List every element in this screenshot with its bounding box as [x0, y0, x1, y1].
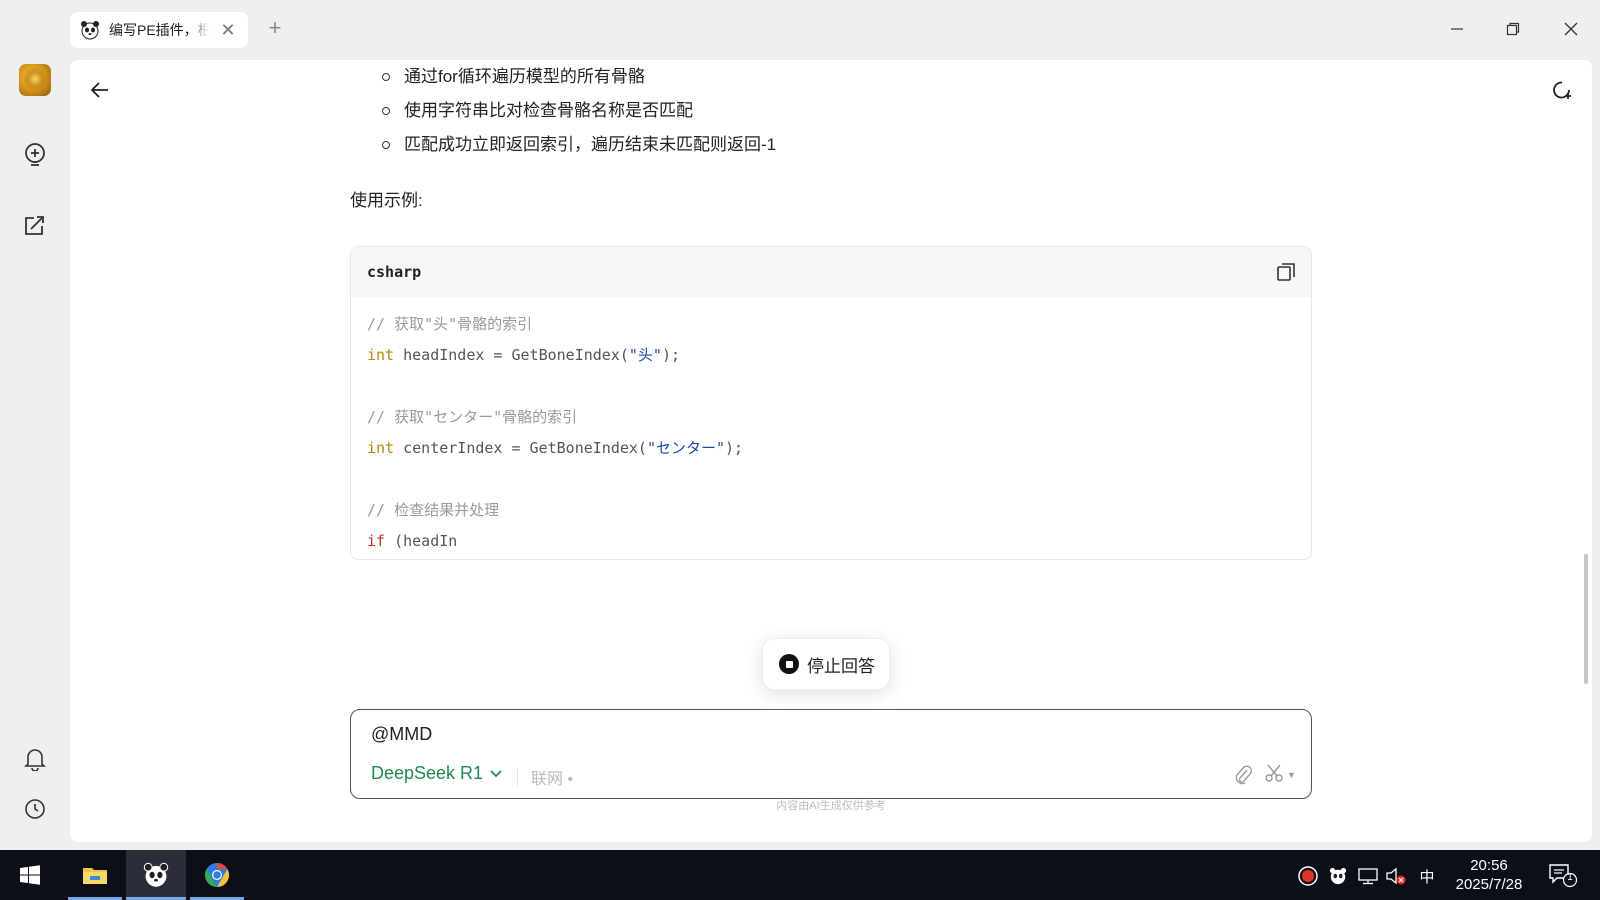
code-language: csharp — [367, 263, 422, 281]
network-icon[interactable] — [1357, 865, 1379, 887]
dot-icon: • — [567, 771, 574, 788]
code-line: // 检查结果并处理 — [367, 501, 500, 519]
clock[interactable]: 20:56 2025/7/28 — [1444, 856, 1534, 894]
code-header: csharp — [351, 247, 1311, 297]
list-item: 匹配成功立即返回索引，遍历结束未匹配则返回-1 — [374, 128, 776, 162]
lightbulb-icon[interactable] — [20, 140, 50, 170]
paperclip-icon[interactable] — [1233, 764, 1253, 786]
ime-indicator[interactable]: 中 — [1416, 865, 1438, 887]
windows-icon — [20, 865, 40, 885]
section-label: 使用示例: — [350, 191, 423, 210]
notification-icon[interactable]: 1 — [1548, 862, 1578, 888]
file-explorer-icon[interactable] — [68, 850, 122, 900]
code-block: csharp // 获取"头"骨骼的索引 int headIndex = Get… — [350, 246, 1312, 560]
tab-title: 编写PE插件，根 — [109, 22, 209, 38]
code-line: // 获取"センター"骨骼的索引 — [367, 408, 578, 426]
code-line: // 获取"头"骨骼的索引 — [367, 315, 533, 333]
back-arrow-icon[interactable] — [82, 72, 118, 108]
model-label: DeepSeek R1 — [371, 763, 484, 783]
minimize-button[interactable] — [1442, 14, 1472, 44]
code-text: centerIndex = GetBoneIndex( — [394, 439, 647, 457]
code-body: // 获取"头"骨骼的索引 int headIndex = GetBoneInd… — [351, 297, 1311, 559]
scrollbar-thumb[interactable] — [1584, 554, 1588, 684]
panda-tray-icon[interactable] — [1327, 865, 1349, 887]
stop-icon — [779, 654, 799, 674]
restore-button[interactable] — [1498, 14, 1528, 44]
clock-time: 20:56 — [1470, 857, 1508, 874]
clock-date: 2025/7/28 — [1455, 876, 1523, 893]
copy-icon[interactable] — [1275, 261, 1297, 283]
code-string: "センター" — [646, 439, 726, 457]
web-search-label: 联网 — [531, 771, 564, 788]
code-line: int centerIndex = GetBoneIndex("センター"); — [367, 433, 1295, 464]
panda-icon — [80, 20, 100, 40]
caret-down-icon: ▼ — [1287, 770, 1296, 780]
new-chat-icon[interactable] — [1544, 72, 1580, 108]
chat-input-box[interactable]: @MMD DeepSeek R1 联网 • ▼ — [350, 709, 1312, 799]
new-tab-button[interactable]: + — [262, 16, 288, 42]
ai-disclaimer: 内容由AI生成仅供参考 — [776, 800, 886, 812]
start-button[interactable] — [0, 850, 60, 900]
close-window-button[interactable] — [1556, 14, 1586, 44]
scissors-icon — [1263, 762, 1285, 789]
stop-answer-label: 停止回答 — [807, 656, 875, 676]
code-text: (headIn — [385, 532, 458, 550]
web-search-toggle[interactable]: 联网 • — [531, 765, 573, 789]
title-bar: 编写PE插件，根 ✕ + — [0, 0, 1600, 58]
chat-panel: 通过for循环遍历模型的所有骨骼 使用字符串比对检查骨骼名称是否匹配 匹配成功立… — [70, 60, 1592, 842]
code-keyword: int — [367, 439, 395, 457]
close-tab-icon[interactable]: ✕ — [218, 20, 238, 40]
bullet-list: 通过for循环遍历模型的所有骨骼 使用字符串比对检查骨骼名称是否匹配 匹配成功立… — [374, 60, 776, 162]
code-line: int headIndex = GetBoneIndex("头"); — [367, 340, 1295, 371]
taskbar: 中 20:56 2025/7/28 1 — [0, 850, 1600, 900]
chat-input[interactable]: @MMD — [371, 724, 432, 745]
list-item: 使用字符串比对检查骨骼名称是否匹配 — [374, 94, 776, 128]
bell-icon[interactable] — [20, 744, 50, 774]
code-text: ); — [725, 439, 744, 457]
code-keyword: int — [367, 346, 395, 364]
edit-icon[interactable] — [20, 210, 50, 240]
history-icon[interactable] — [20, 794, 50, 824]
notification-count: 1 — [1567, 872, 1573, 883]
panda-app-icon[interactable] — [126, 850, 186, 900]
divider — [517, 768, 518, 786]
code-text: headIndex = GetBoneIndex( — [394, 346, 629, 364]
code-text: ); — [661, 346, 681, 364]
avatar[interactable] — [19, 64, 51, 96]
stop-answer-button[interactable]: 停止回答 — [762, 638, 890, 690]
code-string: "头" — [628, 346, 662, 364]
list-item: 通过for循环遍历模型的所有骨骼 — [374, 60, 776, 94]
screenshot-tool[interactable]: ▼ — [1263, 764, 1297, 786]
model-selector[interactable]: DeepSeek R1 — [371, 763, 503, 784]
code-keyword: if — [367, 532, 386, 550]
chrome-icon[interactable] — [190, 850, 244, 900]
record-icon[interactable] — [1297, 865, 1319, 887]
code-line: if (headIn — [367, 526, 1295, 557]
chevron-down-icon — [489, 763, 503, 784]
volume-muted-icon[interactable] — [1385, 865, 1407, 887]
browser-tab[interactable]: 编写PE插件，根 ✕ — [70, 12, 248, 48]
